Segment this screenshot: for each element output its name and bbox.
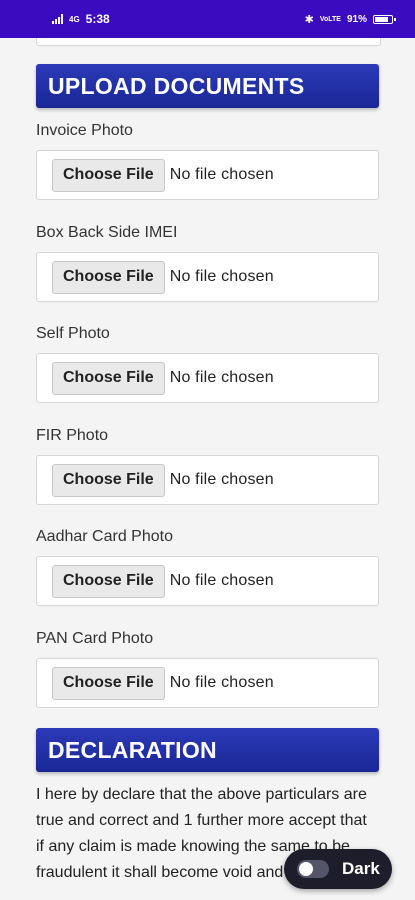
previous-field-box[interactable]: [36, 38, 381, 46]
self-photo-label: Self Photo: [36, 325, 110, 342]
aadhar-card-photo-input[interactable]: Choose File No file chosen: [36, 556, 379, 606]
bluetooth-icon: ✱: [304, 13, 314, 26]
invoice-photo-status: No file chosen: [169, 166, 274, 183]
fir-photo-input[interactable]: Choose File No file chosen: [36, 455, 379, 505]
toggle-knob: [299, 862, 313, 876]
pan-card-photo-status: No file chosen: [169, 674, 274, 691]
self-photo-status: No file chosen: [169, 369, 274, 386]
invoice-photo-input[interactable]: Choose File No file chosen: [36, 150, 379, 200]
invoice-photo-choose-button[interactable]: Choose File: [52, 158, 165, 192]
declaration-title: DECLARATION: [48, 736, 217, 763]
box-back-imei-status: No file chosen: [169, 268, 274, 285]
status-right: ✱ VoLTE 91%: [304, 13, 396, 26]
network-type: 4G: [69, 14, 80, 24]
invoice-photo-label: Invoice Photo: [36, 122, 133, 139]
declaration-header: DECLARATION: [36, 728, 379, 772]
self-photo-input[interactable]: Choose File No file chosen: [36, 353, 379, 403]
aadhar-card-photo-label: Aadhar Card Photo: [36, 528, 173, 545]
battery-percent: 91%: [346, 13, 367, 25]
box-back-imei-input[interactable]: Choose File No file chosen: [36, 252, 379, 302]
volte-label: VoLTE: [319, 15, 341, 23]
fir-photo-label: FIR Photo: [36, 427, 109, 444]
page-content: UPLOAD DOCUMENTS Invoice Photo Choose Fi…: [0, 38, 415, 900]
pan-card-photo-choose-button[interactable]: Choose File: [52, 666, 165, 700]
signal-icon: [52, 14, 63, 24]
self-photo-choose-button[interactable]: Choose File: [52, 361, 165, 395]
dark-mode-label: Dark: [342, 859, 380, 878]
status-left: 4G 5:38: [52, 12, 110, 26]
status-bar: 4G 5:38 ✱ VoLTE 91%: [0, 0, 415, 38]
box-back-imei-label: Box Back Side IMEI: [36, 224, 178, 241]
box-back-imei-choose-button[interactable]: Choose File: [52, 260, 165, 294]
upload-documents-title: UPLOAD DOCUMENTS: [48, 72, 305, 99]
pan-card-photo-input[interactable]: Choose File No file chosen: [36, 658, 379, 708]
fir-photo-status: No file chosen: [169, 471, 274, 488]
status-time: 5:38: [85, 12, 110, 26]
dark-mode-toggle[interactable]: Dark: [284, 849, 392, 889]
aadhar-card-photo-choose-button[interactable]: Choose File: [52, 564, 165, 598]
aadhar-card-photo-status: No file chosen: [169, 572, 274, 589]
fir-photo-choose-button[interactable]: Choose File: [52, 463, 165, 497]
toggle-switch[interactable]: [297, 860, 329, 878]
pan-card-photo-label: PAN Card Photo: [36, 630, 154, 647]
battery-icon: [373, 14, 396, 24]
battery-fill: [375, 16, 388, 22]
upload-documents-header: UPLOAD DOCUMENTS: [36, 64, 379, 108]
